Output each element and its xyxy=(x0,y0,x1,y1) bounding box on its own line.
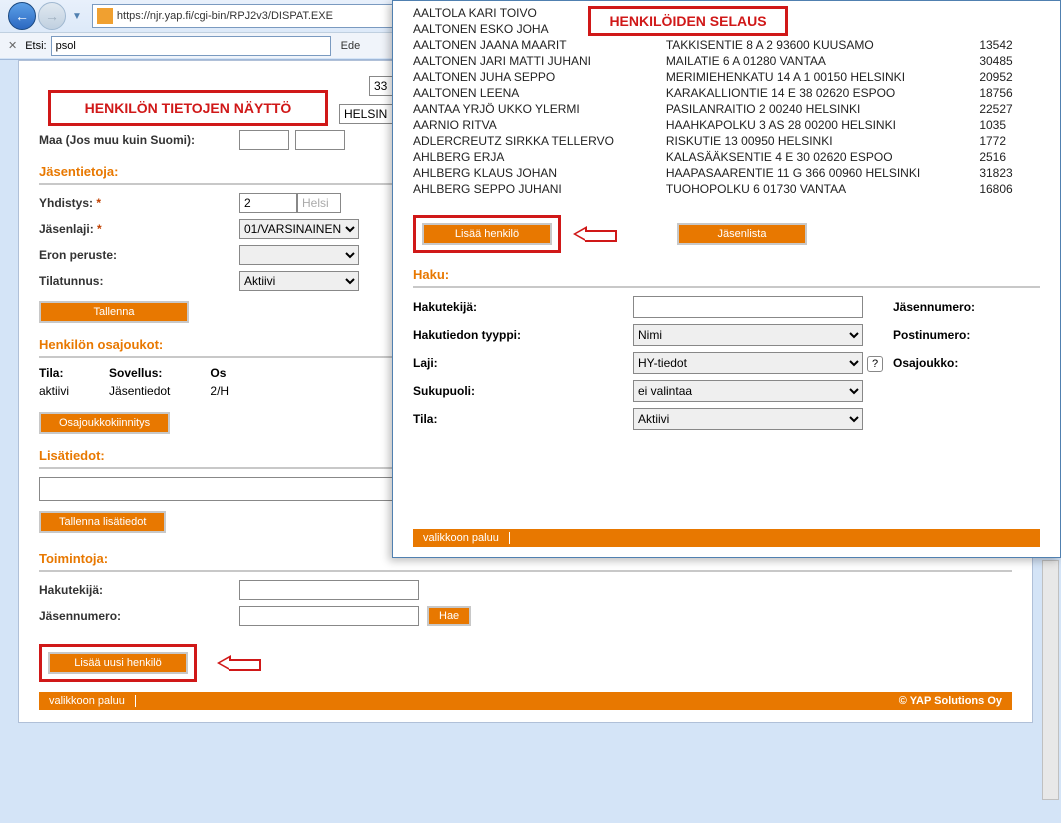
yhdistys-input[interactable] xyxy=(239,193,297,213)
table-row[interactable]: AANTAA YRJÖ UKKO YLERMIPASILANRAITIO 2 0… xyxy=(413,101,1040,117)
hakutekija-input[interactable] xyxy=(633,296,863,318)
sovellus-value: Jäsentiedot xyxy=(109,384,170,398)
jasenlaji-label: Jäsenlaji: xyxy=(39,222,94,236)
maa-label: Maa (Jos muu kuin Suomi): xyxy=(39,133,239,147)
footer-bar-right: valikkoon paluu xyxy=(413,529,1040,547)
tila-select-right[interactable]: Aktiivi xyxy=(633,408,863,430)
tila-value: aktiivi xyxy=(39,384,69,398)
lisaa-uusi-box: Lisää uusi henkilö xyxy=(39,644,197,682)
callout-left: HENKILÖN TIETOJEN NÄYTTÖ xyxy=(48,90,328,126)
lisaa-henkilo-box: Lisää henkilö xyxy=(413,215,561,253)
jasenlista-button[interactable]: Jäsenlista xyxy=(677,223,807,245)
osajoukot-heading: Henkilön osajoukot: xyxy=(39,337,419,352)
callout-right: HENKILÖIDEN SELAUS xyxy=(588,6,788,36)
hakutekija-label: Hakutekijä: xyxy=(413,300,633,314)
maa-input-1[interactable] xyxy=(239,130,289,150)
jasentietoja-heading: Jäsentietoja: xyxy=(39,164,419,179)
forward-button[interactable]: → xyxy=(38,2,66,30)
copyright: © YAP Solutions Oy xyxy=(889,695,1012,707)
laji-label: Laji: xyxy=(413,356,633,370)
table-row[interactable]: AALTONEN JUHA SEPPOMERIMIEHENKATU 14 A 1… xyxy=(413,69,1040,85)
url-text: https://njr.yap.fi/cgi-bin/RPJ2v3/DISPAT… xyxy=(117,10,333,22)
find-label: Etsi: xyxy=(25,40,46,52)
table-row[interactable]: AHLBERG SEPPO JUHANITUOHOPOLKU 6 01730 V… xyxy=(413,181,1040,197)
sovellus-header: Sovellus: xyxy=(109,366,170,380)
table-row[interactable]: AARNIO RITVAHAAHKAPOLKU 3 AS 28 00200 HE… xyxy=(413,117,1040,133)
valikkoon-paluu-right[interactable]: valikkoon paluu xyxy=(413,532,510,544)
jasennumero-label-left: Jäsennumero: xyxy=(39,609,239,623)
hakutiedon-label: Hakutiedon tyyppi: xyxy=(413,328,633,342)
history-dropdown-icon[interactable]: ▼ xyxy=(72,11,82,22)
os-value: 2/H xyxy=(210,384,229,398)
lisaa-henkilo-button[interactable]: Lisää henkilö xyxy=(422,223,552,245)
tilatunnus-label: Tilatunnus: xyxy=(39,274,239,288)
back-button[interactable]: ← xyxy=(8,2,36,30)
laji-select[interactable]: HY-tiedot xyxy=(633,352,863,374)
table-row[interactable]: AHLBERG KLAUS JOHANHAAPASAARENTIE 11 G 3… xyxy=(413,165,1040,181)
jasennumero-input-left[interactable] xyxy=(239,606,419,626)
os-header: Os xyxy=(210,366,229,380)
valikkoon-paluu-left[interactable]: valikkoon paluu xyxy=(39,695,136,707)
postinumero-label: Postinumero: xyxy=(893,328,1033,342)
haku-heading: Haku: xyxy=(413,267,1040,282)
scrollbar[interactable] xyxy=(1042,560,1059,800)
address-bar[interactable]: https://njr.yap.fi/cgi-bin/RPJ2v3/DISPAT… xyxy=(92,4,412,28)
osajoukkokiinnitys-button[interactable]: Osajoukkokiinnitys xyxy=(39,412,170,434)
footer-bar-left: valikkoon paluu © YAP Solutions Oy xyxy=(39,692,1012,710)
sukupuoli-select[interactable]: ei valintaa xyxy=(633,380,863,402)
hae-button[interactable]: Hae xyxy=(427,606,471,626)
tallenna-button[interactable]: Tallenna xyxy=(39,301,189,323)
hakutekija-input-left[interactable] xyxy=(239,580,419,600)
arrow-icon-right xyxy=(573,226,617,242)
table-row[interactable]: AHLBERG ERJAKALASÄÄKSENTIE 4 E 30 02620 … xyxy=(413,149,1040,165)
arrow-icon xyxy=(217,655,261,671)
table-row[interactable]: AALTONEN JAANA MAARITTAKKISENTIE 8 A 2 9… xyxy=(413,37,1040,53)
find-input[interactable] xyxy=(51,36,331,56)
tila-header: Tila: xyxy=(39,366,69,380)
maa-input-2[interactable] xyxy=(295,130,345,150)
hakutekija-label-left: Hakutekijä: xyxy=(39,583,239,597)
table-row[interactable]: AALTONEN JARI MATTI JUHANIMAILATIE 6 A 0… xyxy=(413,53,1040,69)
right-window: AALTOLA KARI TOIVOAALTONEN ESKO JOHAAALT… xyxy=(392,0,1061,558)
hakutiedon-select[interactable]: Nimi xyxy=(633,324,863,346)
eron-label: Eron peruste: xyxy=(39,248,239,262)
table-row[interactable]: AALTONEN LEENAKARAKALLIONTIE 14 E 38 026… xyxy=(413,85,1040,101)
help-icon[interactable]: ? xyxy=(867,356,883,372)
yhdistys-label: Yhdistys: xyxy=(39,196,93,210)
table-row[interactable]: ADLERCREUTZ SIRKKA TELLERVORISKUTIE 13 0… xyxy=(413,133,1040,149)
jasennumero-label: Jäsennumero: xyxy=(893,300,1033,314)
eron-select[interactable] xyxy=(239,245,359,265)
site-icon xyxy=(97,8,113,24)
lisaa-uusi-henkilo-button[interactable]: Lisää uusi henkilö xyxy=(48,652,188,674)
sukupuoli-label: Sukupuoli: xyxy=(413,384,633,398)
find-next-label: Ede xyxy=(341,40,361,52)
tila-label-right: Tila: xyxy=(413,412,633,426)
tilatunnus-select[interactable]: Aktiivi xyxy=(239,271,359,291)
yhdistys-hint[interactable] xyxy=(297,193,341,213)
jasenlaji-select[interactable]: 01/VARSINAINEN xyxy=(239,219,359,239)
close-icon[interactable]: ✕ xyxy=(8,39,17,52)
tallenna-lisatiedot-button[interactable]: Tallenna lisätiedot xyxy=(39,511,166,533)
osajoukko-label: Osajoukko: xyxy=(893,356,1033,370)
